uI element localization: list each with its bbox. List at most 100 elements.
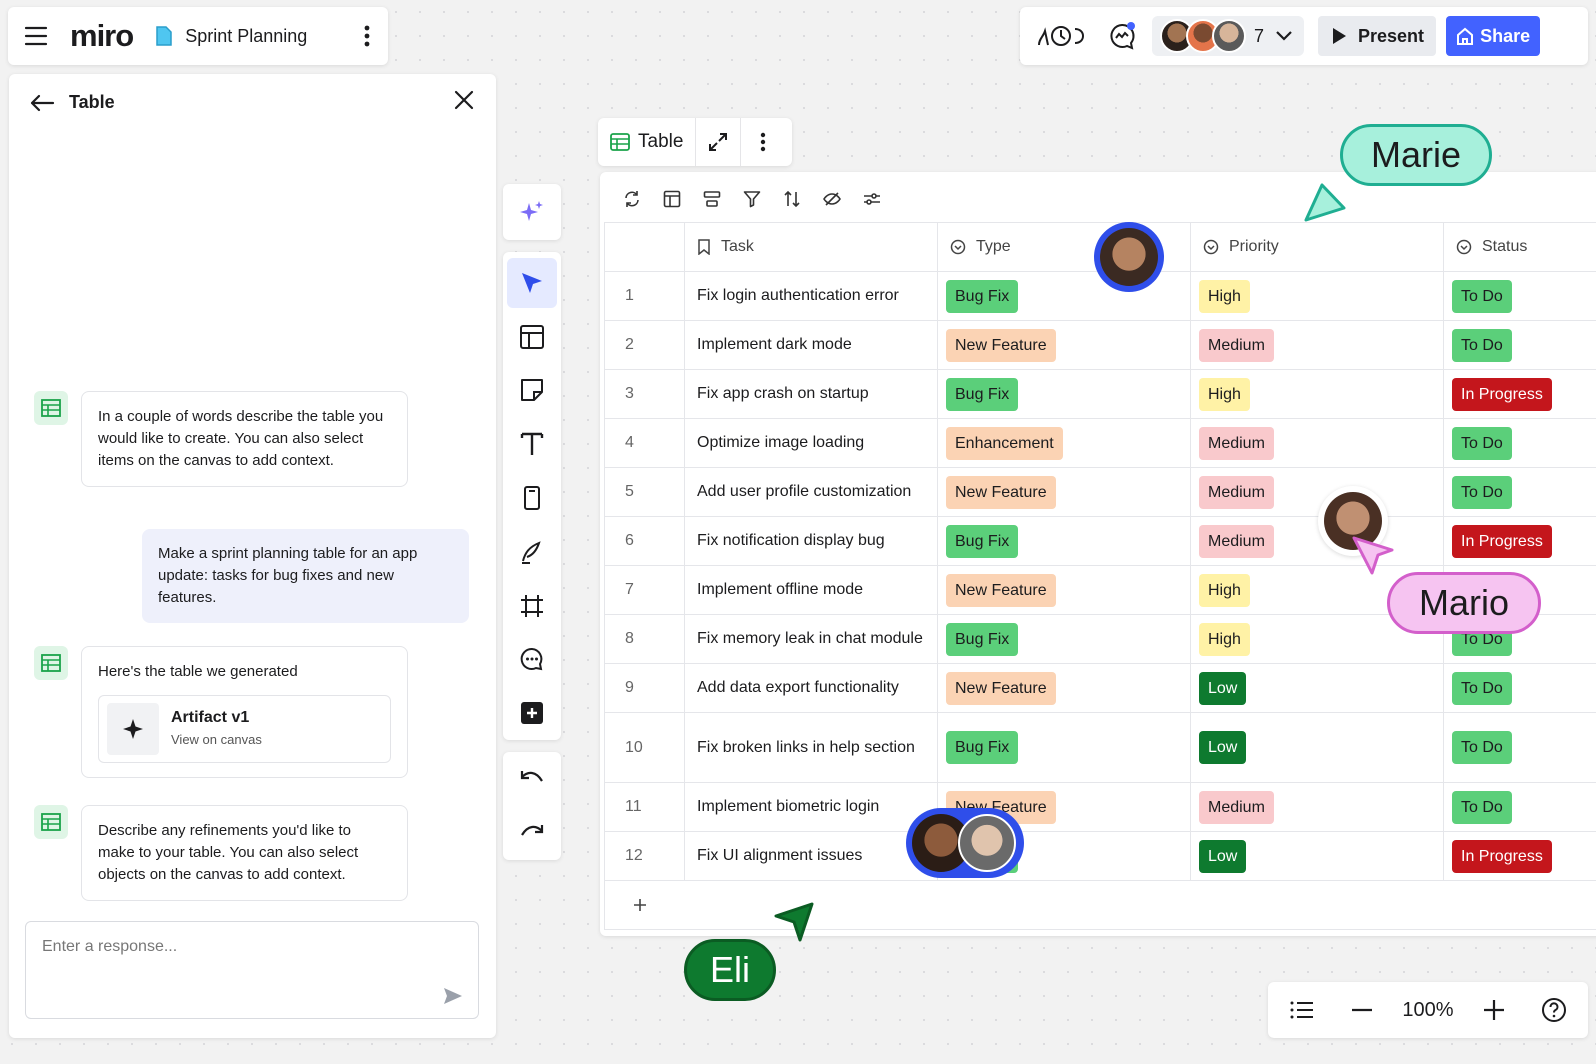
artifact-subtitle[interactable]: View on canvas (171, 729, 262, 751)
back-arrow-icon[interactable] (29, 93, 55, 113)
task-cell[interactable]: Fix login authentication error (684, 271, 938, 321)
present-button[interactable]: Present (1318, 16, 1437, 56)
table-row[interactable]: 2 Implement dark mode New Feature Medium To … (604, 320, 1596, 370)
task-cell[interactable]: Add user profile customization (684, 467, 938, 517)
undo-button[interactable] (507, 754, 557, 804)
table-row[interactable]: 11 Implement biometric login New Feature Me… (604, 782, 1596, 832)
type-cell[interactable]: New Feature (937, 467, 1191, 517)
sort-button[interactable] (772, 186, 812, 212)
column-header-task[interactable]: Task (684, 222, 938, 272)
column-header-priority[interactable]: Priority (1190, 222, 1444, 272)
task-cell[interactable]: Optimize image loading (684, 418, 938, 468)
table-more-button[interactable] (741, 132, 785, 152)
settings-button[interactable] (852, 186, 892, 212)
select-tool[interactable] (507, 258, 557, 308)
board-list-button[interactable] (1282, 990, 1322, 1030)
zoom-out-button[interactable] (1342, 990, 1382, 1030)
zoom-level[interactable]: 100% (1402, 999, 1453, 1022)
table-row[interactable]: 10 Fix broken links in help section Bug Fi… (604, 712, 1596, 783)
pen-tool[interactable] (507, 527, 557, 577)
type-cell[interactable]: Bug Fix (937, 712, 1191, 783)
priority-cell[interactable]: Low (1190, 712, 1444, 783)
layout-button[interactable] (652, 186, 692, 212)
add-row-button[interactable] (613, 898, 1596, 912)
table-row[interactable]: 1 Fix login authentication error Bug Fix Hi… (604, 271, 1596, 321)
task-cell[interactable]: Add data export functionality (684, 663, 938, 713)
sticky-note-tool[interactable] (507, 366, 557, 416)
column-header-status[interactable]: Status (1443, 222, 1596, 272)
status-cell[interactable]: In Progress (1443, 369, 1596, 419)
priority-cell[interactable]: Medium (1190, 320, 1444, 370)
reactions-timer-button[interactable] (1034, 16, 1090, 56)
task-cell[interactable]: Fix app crash on startup (684, 369, 938, 419)
expand-button[interactable] (696, 132, 740, 152)
status-cell[interactable]: In Progress (1443, 516, 1596, 566)
comment-tool[interactable] (507, 634, 557, 684)
type-cell[interactable]: Bug Fix (937, 614, 1191, 664)
status-cell[interactable]: To Do (1443, 418, 1596, 468)
board-title[interactable]: Sprint Planning (185, 26, 307, 47)
status-cell[interactable]: To Do (1443, 320, 1596, 370)
task-cell[interactable]: Fix UI alignment issues (684, 831, 938, 881)
table-row[interactable]: 6 Fix notification display bug Bug Fix Medi… (604, 516, 1596, 566)
task-cell[interactable]: Implement offline mode (684, 565, 938, 615)
table-row[interactable]: 9 Add data export functionality New Featur… (604, 663, 1596, 713)
filter-button[interactable] (732, 186, 772, 212)
more-tools-button[interactable] (507, 688, 557, 738)
priority-cell[interactable]: High (1190, 271, 1444, 321)
type-cell[interactable]: New Feature (937, 565, 1191, 615)
assistant-message: In a couple of words describe the table … (81, 391, 408, 487)
priority-cell[interactable]: Medium (1190, 782, 1444, 832)
response-input[interactable] (42, 938, 462, 956)
group-button[interactable] (692, 186, 732, 212)
hide-fields-button[interactable] (812, 186, 852, 212)
templates-tool[interactable] (507, 312, 557, 362)
task-cell[interactable]: Fix memory leak in chat module (684, 614, 938, 664)
table-row[interactable]: 4 Optimize image loading Enhancement Medium… (604, 418, 1596, 468)
zoom-in-button[interactable] (1474, 990, 1514, 1030)
priority-cell[interactable]: Medium (1190, 516, 1444, 566)
send-button[interactable] (442, 986, 464, 1006)
type-cell[interactable]: New Feature (937, 320, 1191, 370)
type-cell[interactable]: Bug Fix (937, 516, 1191, 566)
type-cell[interactable]: Bug Fix (937, 369, 1191, 419)
type-cell[interactable]: Enhancement (937, 418, 1191, 468)
table-chip-label: Table (638, 131, 684, 152)
priority-cell[interactable]: High (1190, 369, 1444, 419)
task-cell[interactable]: Fix broken links in help section (684, 712, 938, 783)
status-cell[interactable]: To Do (1443, 467, 1596, 517)
table-row[interactable]: 5 Add user profile customization New Featu… (604, 467, 1596, 517)
text-tool[interactable] (507, 419, 557, 469)
card-tool[interactable] (507, 473, 557, 523)
priority-cell[interactable]: Medium (1190, 467, 1444, 517)
chat-button[interactable] (1102, 16, 1142, 56)
table-chip-title[interactable]: Table (598, 131, 695, 153)
priority-cell[interactable]: Medium (1190, 418, 1444, 468)
close-button[interactable] (454, 90, 474, 110)
ai-assist-tool[interactable] (507, 187, 557, 237)
type-cell[interactable]: New Feature (937, 663, 1191, 713)
task-cell[interactable]: Fix notification display bug (684, 516, 938, 566)
task-cell[interactable]: Implement dark mode (684, 320, 938, 370)
priority-cell[interactable]: Low (1190, 831, 1444, 881)
collaborators-group[interactable]: 7 (1152, 16, 1305, 56)
status-cell[interactable]: To Do (1443, 271, 1596, 321)
task-cell[interactable]: Implement biometric login (684, 782, 938, 832)
status-cell[interactable]: To Do (1443, 712, 1596, 783)
redo-icon (521, 825, 544, 836)
table-row[interactable]: 3 Fix app crash on startup Bug Fix High In P… (604, 369, 1596, 419)
status-cell[interactable]: In Progress (1443, 831, 1596, 881)
status-cell[interactable]: To Do (1443, 782, 1596, 832)
table-row[interactable]: 12Fix UI alignment issuesBug FixLowIn Pr… (604, 831, 1596, 881)
sync-button[interactable] (612, 186, 652, 212)
help-button[interactable] (1534, 990, 1574, 1030)
redo-button[interactable] (507, 808, 557, 858)
frame-tool[interactable] (507, 581, 557, 631)
board-more-button[interactable] (364, 25, 370, 47)
artifact-card[interactable]: Artifact v1 View on canvas (98, 695, 391, 763)
share-button[interactable]: Share (1446, 16, 1541, 56)
miro-logo[interactable]: miro (70, 18, 134, 54)
menu-button[interactable] (22, 22, 50, 50)
status-cell[interactable]: To Do (1443, 663, 1596, 713)
priority-cell[interactable]: Low (1190, 663, 1444, 713)
